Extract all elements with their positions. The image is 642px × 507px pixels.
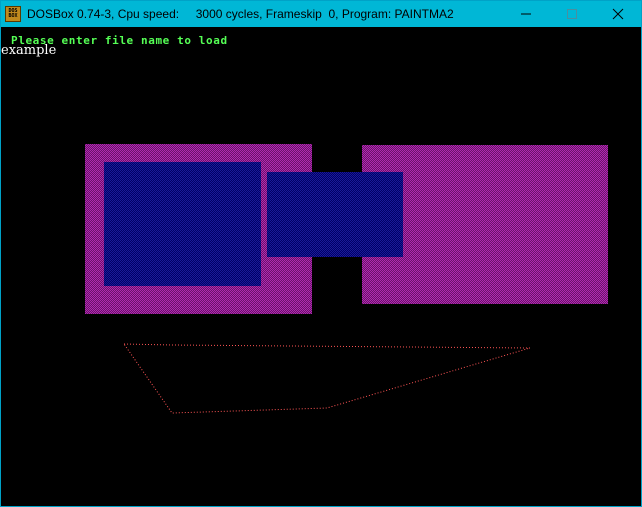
dosbox-window: DOS BOX DOSBox 0.74-3, Cpu speed: 3000 c… [0,0,642,507]
file-name-input[interactable]: example [1,43,56,58]
close-icon [612,8,624,20]
maximize-button[interactable] [549,1,595,27]
dos-screen[interactable]: Please enter file name to load example [1,27,641,507]
title-bar[interactable]: DOS BOX DOSBox 0.74-3, Cpu speed: 3000 c… [1,1,641,27]
maximize-icon [567,9,577,19]
close-button[interactable] [595,1,641,27]
icon-label-bottom: BOX [8,13,18,19]
blue-rectangle-middle [267,172,403,257]
window-title: DOSBox 0.74-3, Cpu speed: 3000 cycles, F… [27,7,454,21]
paint-canvas[interactable] [1,27,641,507]
minimize-icon [521,13,531,15]
window-controls [503,1,641,27]
dosbox-app-icon[interactable]: DOS BOX [5,6,21,22]
blue-rectangle-left [104,162,261,286]
minimize-button[interactable] [503,1,549,27]
dotted-polygon-outline [123,343,531,414]
